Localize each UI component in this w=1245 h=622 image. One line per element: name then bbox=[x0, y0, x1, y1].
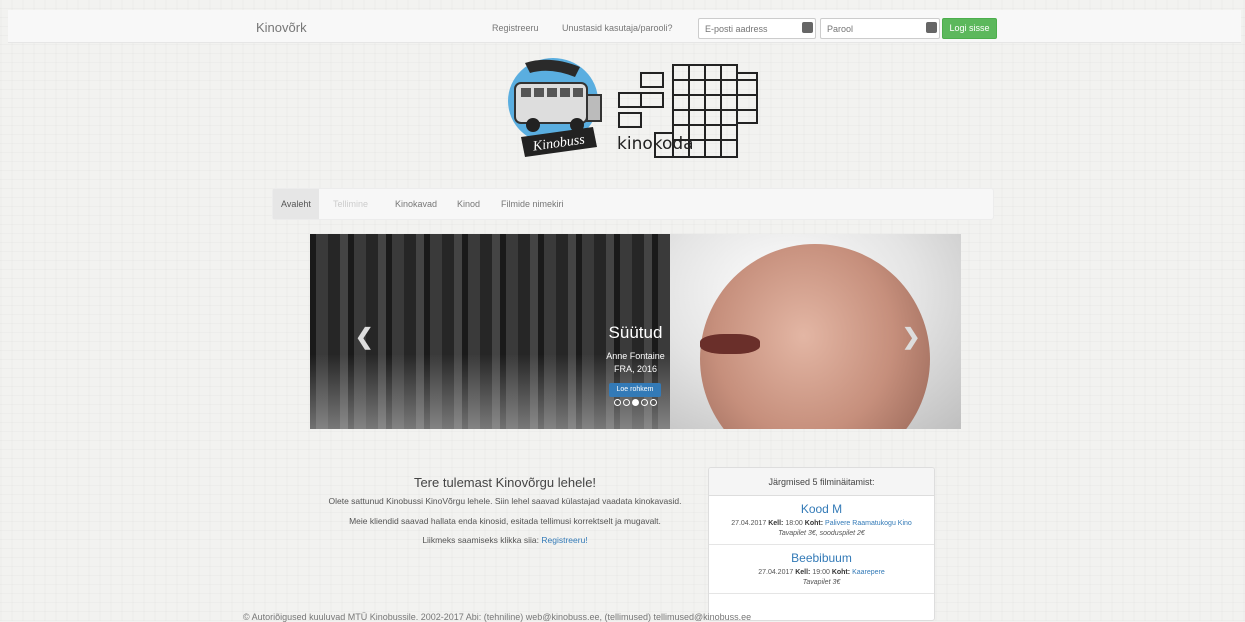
nav-item-tellimine: Tellimine bbox=[333, 199, 369, 209]
screening-time-label: Kell: bbox=[795, 569, 811, 576]
carousel-indicator[interactable] bbox=[623, 399, 630, 406]
welcome-title: Tere tulemast Kinovõrgu lehele! bbox=[413, 475, 597, 490]
screening-place-label: Koht: bbox=[804, 520, 824, 527]
slide-title: Süütud bbox=[608, 323, 663, 342]
screening-price: Tavapilet 3€, sooduspilet 2€ bbox=[778, 530, 865, 537]
main-navbar: Avaleht Tellimine Kinokavad Kinod Filmid… bbox=[272, 188, 994, 220]
screening-title[interactable]: Beebibuum bbox=[713, 551, 930, 565]
carousel-indicator[interactable] bbox=[614, 399, 621, 406]
welcome-line-1: Olete sattunud Kinobussi KinoVõrgu lehel… bbox=[328, 496, 682, 506]
screening-time: 18:00 bbox=[785, 520, 803, 527]
kinobuss-kinokoda-logo[interactable]: Kinobuss kinokoda bbox=[505, 55, 805, 165]
screening-place-link[interactable]: Palivere Raamatukogu Kino bbox=[825, 520, 912, 527]
screening-title[interactable]: Kood M bbox=[713, 502, 930, 516]
carousel-indicator[interactable] bbox=[650, 399, 657, 406]
screening-item: Kood M 27.04.2017 Kell: 18:00 Koht: Pali… bbox=[709, 496, 934, 545]
nav-item-kinod[interactable]: Kinod bbox=[449, 189, 488, 219]
carousel-indicator[interactable] bbox=[641, 399, 648, 406]
register-link[interactable]: Registreeru bbox=[492, 23, 539, 33]
join-text: Liikmeks saamiseks klikka siia: bbox=[422, 535, 539, 545]
brand-link[interactable]: Kinovõrk bbox=[256, 20, 307, 35]
carousel-indicator-active[interactable] bbox=[632, 399, 639, 406]
screening-place-link[interactable]: Kaarepere bbox=[852, 569, 885, 576]
upcoming-heading: Järgmised 5 filminäitamist: bbox=[709, 468, 934, 496]
top-navbar: Kinovõrk Registreeru Unustasid kasutaja/… bbox=[8, 10, 1241, 43]
email-field-icon bbox=[802, 22, 813, 33]
nav-item-filmide-nimekiri[interactable]: Filmide nimekiri bbox=[493, 189, 572, 219]
screening-time-label: Kell: bbox=[768, 520, 784, 527]
screening-date: 27.04.2017 bbox=[731, 520, 767, 527]
carousel-indicators bbox=[310, 398, 961, 408]
password-input[interactable] bbox=[820, 18, 940, 39]
slide-country-year: FRA, 2016 bbox=[613, 364, 658, 374]
welcome-line-3: Liikmeks saamiseks klikka siia: Registre… bbox=[270, 535, 740, 545]
password-field-icon bbox=[926, 22, 937, 33]
logo-wordmark: kinokoda bbox=[617, 134, 694, 154]
screening-date: 27.04.2017 bbox=[758, 569, 794, 576]
read-more-button[interactable]: Loe rohkem bbox=[609, 383, 661, 397]
login-button[interactable]: Logi sisse bbox=[942, 18, 997, 39]
nav-item-avaleht[interactable]: Avaleht bbox=[273, 189, 319, 219]
screening-price: Tavapilet 3€ bbox=[802, 579, 841, 586]
screening-item: Beebibuum 27.04.2017 Kell: 19:00 Koht: K… bbox=[709, 545, 934, 594]
join-register-link[interactable]: Registreeru! bbox=[541, 535, 587, 545]
featured-carousel: ❮ ❯ Süütud Anne Fontaine FRA, 2016 Loe r… bbox=[310, 234, 961, 429]
nav-item-kinokavad[interactable]: Kinokavad bbox=[387, 189, 445, 219]
screening-place-label: Koht: bbox=[831, 569, 851, 576]
forgot-password-link[interactable]: Unustasid kasutaja/parooli? bbox=[562, 23, 673, 33]
screening-time: 19:00 bbox=[812, 569, 830, 576]
upcoming-screenings-panel: Järgmised 5 filminäitamist: Kood M 27.04… bbox=[708, 467, 935, 621]
email-input[interactable] bbox=[698, 18, 816, 39]
welcome-line-2: Meie kliendid saavad hallata enda kinosi… bbox=[349, 516, 661, 526]
slide-director: Anne Fontaine bbox=[606, 351, 665, 361]
